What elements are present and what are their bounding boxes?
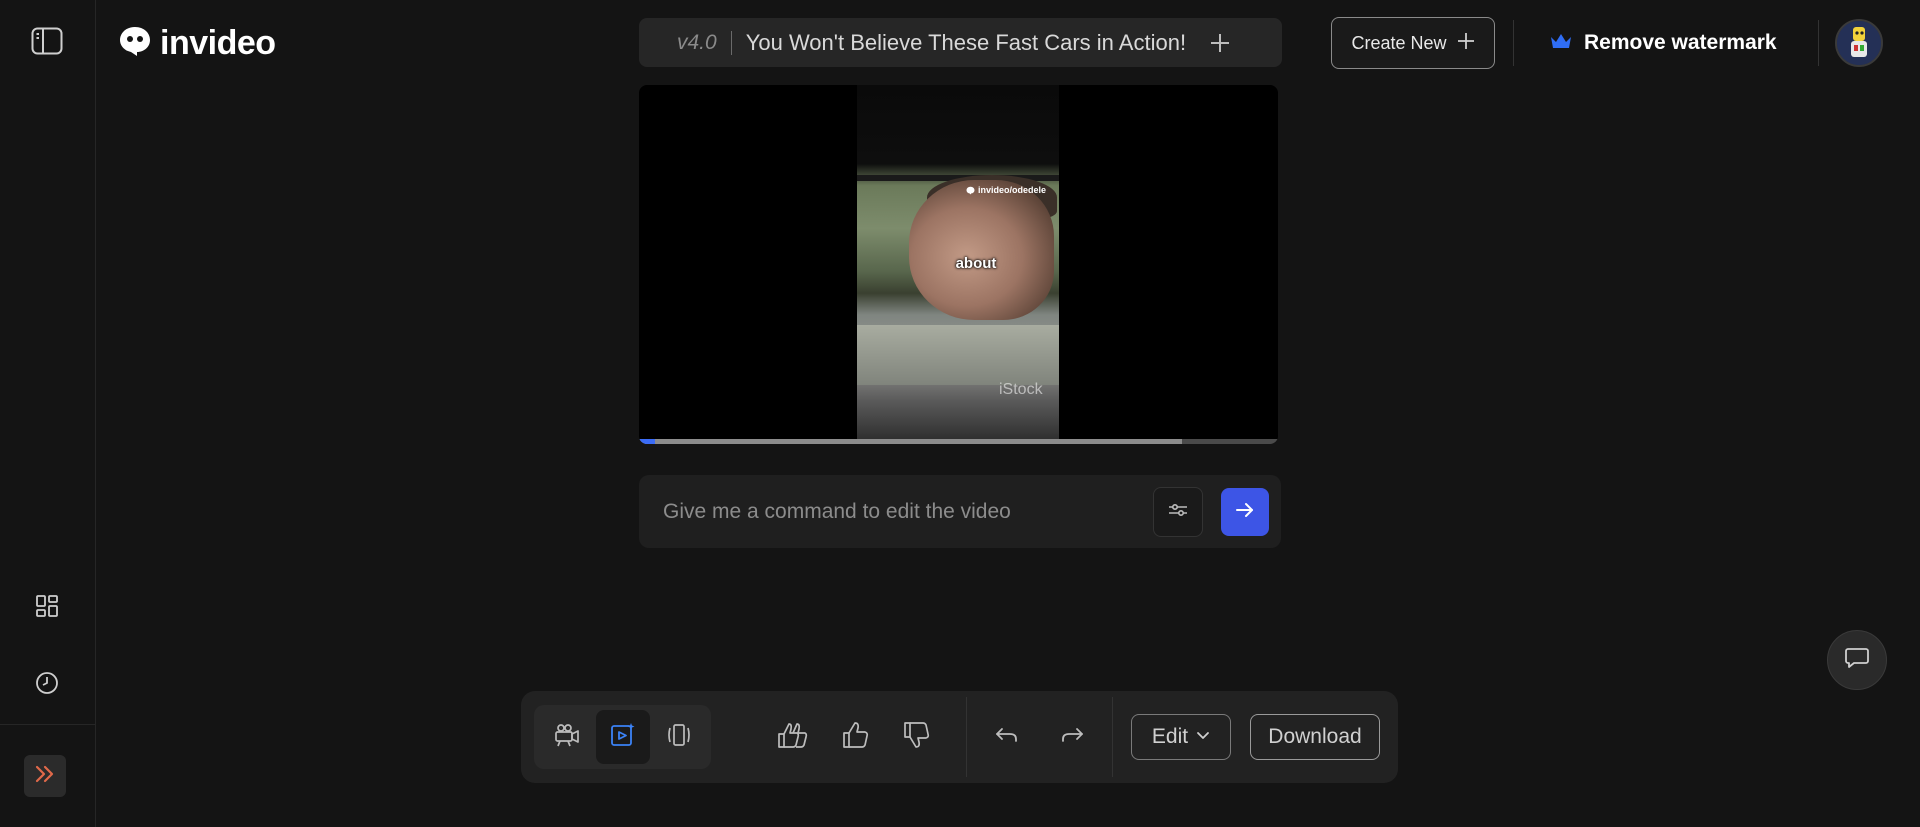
ai-video-icon	[610, 722, 636, 753]
download-button[interactable]: Download	[1250, 714, 1380, 760]
vertical-format-icon	[665, 723, 693, 752]
header-divider	[1818, 20, 1819, 66]
double-chevron-right-icon	[34, 763, 56, 790]
stock-watermark: iStock	[999, 381, 1043, 398]
command-bar	[639, 475, 1281, 548]
ai-video-button[interactable]	[596, 710, 650, 764]
camera-view-button[interactable]	[540, 710, 594, 764]
crown-icon	[1550, 32, 1572, 55]
header-divider	[1513, 20, 1514, 66]
thumbs-up-icon	[842, 721, 870, 754]
title-separator	[730, 30, 732, 55]
undo-button[interactable]	[980, 710, 1034, 764]
chat-icon	[1845, 647, 1869, 674]
command-input[interactable]	[663, 495, 1123, 529]
command-settings-button[interactable]	[1153, 487, 1203, 537]
create-new-button[interactable]: Create New	[1331, 17, 1495, 69]
arrow-right-icon	[1235, 502, 1255, 523]
bottom-toolbar: Edit Download	[521, 691, 1398, 783]
video-progress-bar[interactable]	[639, 439, 1278, 444]
sidebar-toggle-button[interactable]	[28, 26, 66, 60]
add-project-button[interactable]	[1208, 31, 1232, 55]
expand-sidebar-button[interactable]	[24, 755, 66, 797]
plus-icon	[1457, 32, 1475, 55]
invideo-logo-icon	[118, 25, 152, 62]
download-label: Download	[1268, 725, 1362, 748]
toolbar-divider	[1112, 697, 1113, 777]
chat-support-button[interactable]	[1827, 630, 1887, 690]
toolbar-divider	[966, 697, 967, 777]
car-dashboard-image	[857, 325, 1059, 385]
grid-icon	[35, 594, 59, 623]
video-caption: about	[955, 255, 997, 272]
rail-divider	[0, 724, 96, 725]
view-mode-group	[534, 705, 711, 769]
sidebar-toggle-icon	[31, 27, 63, 60]
user-avatar[interactable]	[1835, 19, 1883, 67]
remove-watermark-label: Remove watermark	[1584, 31, 1777, 54]
redo-button[interactable]	[1045, 710, 1099, 764]
clock-icon	[35, 671, 59, 700]
thumbs-down-button[interactable]	[890, 710, 944, 764]
love-it-button[interactable]	[768, 710, 822, 764]
edit-dropdown-button[interactable]: Edit	[1131, 714, 1231, 760]
driver-face-image	[909, 180, 1054, 320]
video-watermark: invideo/odedele	[966, 185, 1046, 195]
thumbs-down-icon	[903, 721, 931, 754]
vertical-format-button[interactable]	[652, 710, 706, 764]
video-player[interactable]: invideo/odedele about iStock	[639, 85, 1278, 444]
plus-icon	[1211, 33, 1230, 52]
video-buffer-fill	[639, 439, 1183, 444]
undo-icon	[995, 725, 1019, 750]
project-title-bar[interactable]: v4.0 You Won't Believe These Fast Cars i…	[639, 18, 1282, 67]
edit-label: Edit	[1151, 725, 1189, 748]
chevron-down-icon	[1196, 728, 1210, 746]
app-logo[interactable]: invideo	[118, 22, 276, 64]
grid-button[interactable]	[28, 589, 66, 627]
sliders-icon	[1168, 502, 1188, 523]
logo-text: invideo	[160, 23, 276, 62]
left-rail	[0, 0, 96, 827]
project-title[interactable]: You Won't Believe These Fast Cars in Act…	[746, 30, 1186, 56]
version-label: v4.0	[677, 30, 717, 54]
double-thumbs-up-icon	[777, 721, 813, 754]
create-new-label: Create New	[1351, 32, 1447, 53]
send-command-button[interactable]	[1221, 488, 1269, 536]
remove-watermark-button[interactable]: Remove watermark	[1550, 22, 1777, 64]
video-progress-fill	[639, 439, 655, 444]
redo-icon	[1060, 725, 1084, 750]
history-button[interactable]	[28, 666, 66, 704]
thumbs-up-button[interactable]	[829, 710, 883, 764]
video-camera-icon	[554, 723, 580, 752]
